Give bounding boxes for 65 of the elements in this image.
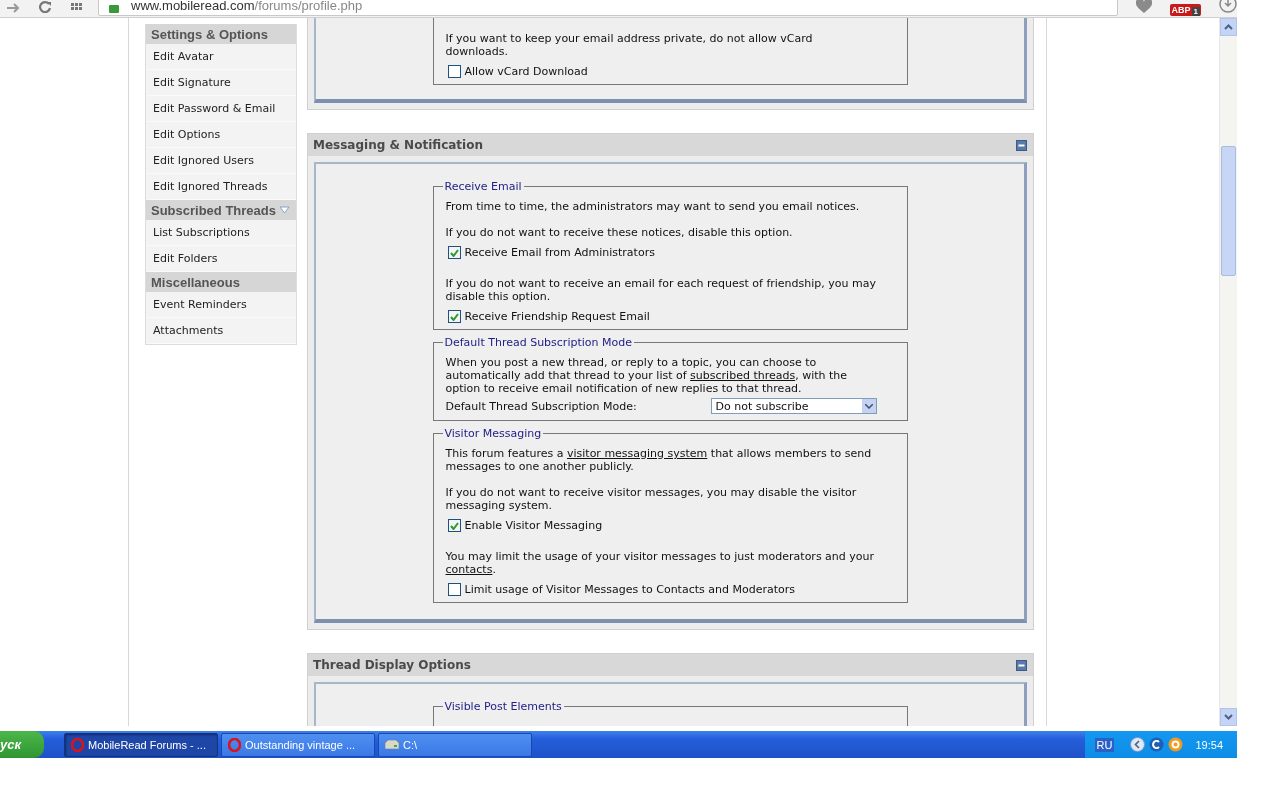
checkbox[interactable]	[447, 246, 461, 259]
drive-icon	[385, 740, 399, 749]
browser-logo-icon	[228, 737, 241, 752]
taskbar-button[interactable]: MobileRead Forums - ...	[64, 732, 218, 757]
dropdown-field[interactable]: Do not subscribe	[710, 398, 877, 414]
checkbox-label: Receive Email from Administrators	[464, 246, 655, 259]
field-label: Default Thread Subscription Mode:	[445, 399, 637, 413]
checkbox-label: Limit usage of Visitor Messages to Contacts and Moderators	[464, 583, 795, 596]
panel-title: Messaging & Notification	[313, 138, 483, 152]
sidebar-link[interactable]: Attachments	[146, 318, 296, 344]
scrollbar-thumb[interactable]	[1221, 146, 1236, 276]
refresh-tray-icon[interactable]	[1149, 737, 1165, 752]
description-text: When you post a new thread, or reply to a topic, you can choose to automatically add that thread to your list of subscribed threads, with the option to receive email notification of new replies to that thread.	[445, 356, 849, 395]
scroll-down-icon[interactable]	[1224, 714, 1233, 720]
apps-grid-icon[interactable]	[70, 3, 84, 13]
description-text: This forum features a visitor messaging system that allows members to send messages to one another publicly.	[445, 447, 873, 473]
taskbar-button[interactable]: C:\	[378, 732, 532, 757]
reload-icon[interactable]	[38, 1, 52, 13]
checkbox[interactable]	[447, 310, 461, 323]
collapse-icon[interactable]	[1016, 659, 1027, 671]
fieldset-legend: Default Thread Subscription Mode	[442, 336, 634, 349]
checkbox-label: Receive Friendship Request Email	[464, 310, 650, 323]
checkbox[interactable]	[447, 583, 461, 596]
sidebar-heading: Miscellaneous	[151, 274, 240, 290]
heart-icon[interactable]	[1135, 0, 1152, 14]
scroll-up-icon[interactable]	[1224, 24, 1233, 30]
sidebar-link[interactable]: Edit Signature	[146, 70, 296, 96]
sidebar-link[interactable]: List Subscriptions	[146, 220, 296, 246]
browser-logo-icon	[71, 737, 84, 752]
description-text: If you want to keep your email address private, do not allow vCard downloads.	[445, 32, 814, 58]
language-indicator[interactable]: RU	[1094, 737, 1115, 752]
sidebar-link[interactable]: Event Reminders	[146, 292, 296, 318]
description-text: You may limit the usage of your visitor messages to just moderators and your contacts.	[445, 550, 876, 576]
caret-icon	[864, 403, 873, 409]
description-text: From time to time, the administrators may want to send you email notices.	[445, 200, 861, 213]
url-text: www.mobileread.com/forums/profile.php	[131, 0, 363, 13]
text-link[interactable]: visitor messaging system	[566, 447, 708, 460]
expand-tray-icon[interactable]	[1130, 737, 1146, 752]
sidebar-link[interactable]: Edit Ignored Users	[146, 148, 296, 174]
address-bar[interactable]: www.mobileread.com/forums/profile.php	[98, 0, 1118, 16]
collapse-icon[interactable]	[1016, 139, 1027, 151]
fieldset-legend: Visitor Messaging	[442, 427, 544, 440]
sidebar-heading: Subscribed Threads	[151, 202, 276, 218]
taskbar-button[interactable]: Outstanding vintage ...	[221, 732, 375, 757]
dropdown-triangle-icon[interactable]	[279, 206, 290, 214]
description-text: If you do not want to receive visitor messages, you may disable the visitor messaging system.	[445, 486, 858, 512]
download-icon[interactable]	[1219, 0, 1237, 14]
clock: 19:54	[1195, 738, 1223, 751]
description-text: If you do not want to receive an email for each request of friendship, you may disable this option.	[445, 277, 877, 303]
checkbox[interactable]	[447, 65, 461, 78]
checkbox[interactable]	[447, 519, 461, 532]
back-icon[interactable]	[6, 3, 20, 13]
description-text: If you do not want to receive these notices, disable this option.	[445, 226, 794, 239]
sidebar-heading: Settings & Options	[151, 26, 268, 42]
sidebar-link[interactable]: Edit Password & Email	[146, 96, 296, 122]
adblock-button[interactable]: ABP 1	[1169, 4, 1202, 16]
panel-title: Thread Display Options	[313, 658, 471, 672]
ring-tray-icon[interactable]	[1168, 737, 1184, 752]
checkbox-label: Enable Visitor Messaging	[464, 519, 603, 532]
fieldset-legend: Receive Email	[442, 180, 524, 193]
fieldset-legend: Visible Post Elements	[442, 700, 564, 713]
sidebar-link[interactable]: Edit Options	[146, 122, 296, 148]
sidebar-link[interactable]: Edit Avatar	[146, 44, 296, 70]
checkbox-label: Allow vCard Download	[464, 65, 588, 78]
scrollbar[interactable]	[1219, 18, 1237, 726]
